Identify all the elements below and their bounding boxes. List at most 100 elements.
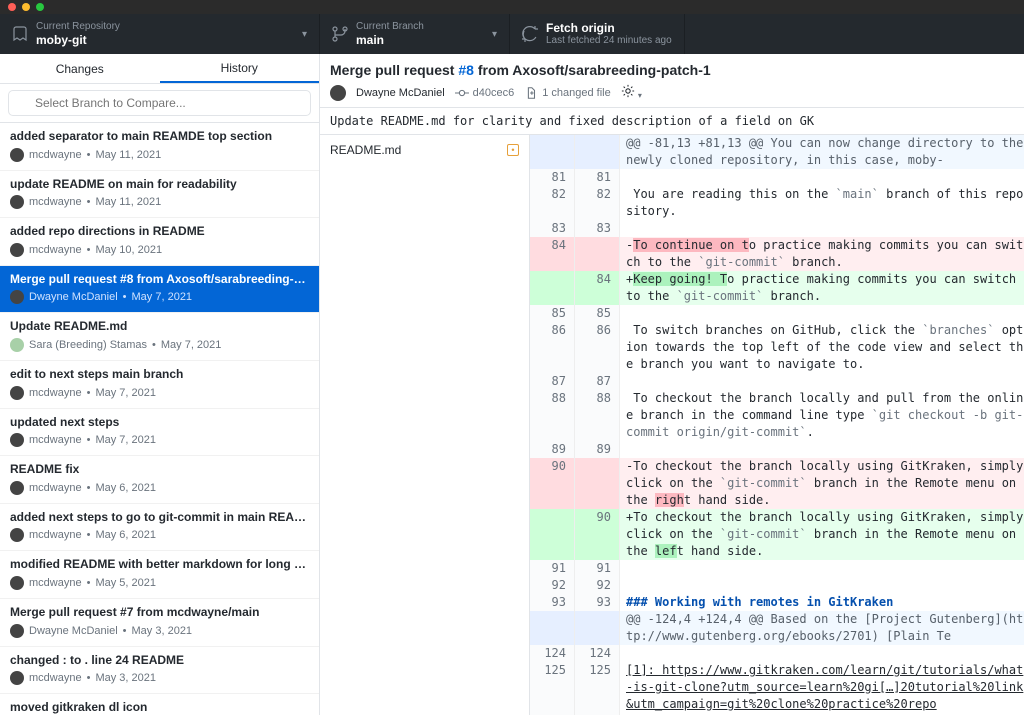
commit-item-date: May 7, 2021: [161, 339, 222, 351]
diff-line: 9393### Working with remotes in GitKrake…: [530, 594, 1024, 611]
commit-item[interactable]: update README on main for readability mcd…: [0, 171, 319, 219]
diff-line: 8282 You are reading this on the `main` …: [530, 186, 1024, 220]
commit-list[interactable]: added separator to main REAMDE top secti…: [0, 123, 319, 715]
commit-icon: [455, 86, 469, 100]
diff-settings-button[interactable]: ▾: [621, 84, 642, 101]
commit-item-date: May 7, 2021: [95, 434, 156, 446]
commit-item-meta: mcdwayne•May 6, 2021: [10, 528, 309, 542]
fetch-timestamp: Last fetched 24 minutes ago: [546, 35, 672, 47]
commit-item[interactable]: Merge pull request #8 from Axosoft/sarab…: [0, 266, 319, 314]
history-sidebar: Changes History ⎇ added separator to mai…: [0, 54, 320, 715]
commit-item[interactable]: moved gitkraken dl iconmcdwayne•May 3, 2…: [0, 694, 319, 715]
diff-line: 84-To continue on to practice making com…: [530, 237, 1024, 271]
diff-line: 9191: [530, 560, 1024, 577]
commit-item-author: mcdwayne: [29, 672, 82, 684]
avatar: [10, 386, 24, 400]
commit-item[interactable]: Update README.md Sara (Breeding) Stamas•M…: [0, 313, 319, 361]
commit-item-author: mcdwayne: [29, 196, 82, 208]
diff-line: 8989: [530, 441, 1024, 458]
fetch-origin-button[interactable]: Fetch origin Last fetched 24 minutes ago: [510, 14, 685, 54]
diff-line: 8383: [530, 220, 1024, 237]
commit-item[interactable]: updated next stepsmcdwayne•May 7, 2021: [0, 409, 319, 457]
commit-item-date: May 6, 2021: [95, 529, 156, 541]
diff-line: 8585: [530, 305, 1024, 322]
gear-icon: [621, 84, 635, 98]
avatar: [10, 148, 24, 162]
commit-item[interactable]: Merge pull request #7 from mcdwayne/main…: [0, 599, 319, 647]
commit-item-date: May 7, 2021: [132, 291, 193, 303]
commit-item-author: mcdwayne: [29, 244, 82, 256]
commit-item-title: moved gitkraken dl icon: [10, 700, 309, 715]
commit-item-title: Update README.md: [10, 319, 309, 335]
commit-item[interactable]: README fixmcdwayne•May 6, 2021: [0, 456, 319, 504]
commit-item[interactable]: added next steps to go to git-commit in …: [0, 504, 319, 552]
commit-item-date: May 11, 2021: [95, 196, 161, 208]
branch-icon: [332, 26, 348, 42]
chevron-down-icon: ▾: [492, 29, 497, 40]
app-toolbar: Current Repository moby-git ▾ Current Br…: [0, 14, 1024, 54]
commit-item-author: mcdwayne: [29, 482, 82, 494]
commit-item-title: edit to next steps main branch: [10, 367, 309, 383]
compare-branch-input[interactable]: [8, 90, 311, 116]
repo-name: moby-git: [36, 33, 120, 47]
commit-item-date: May 7, 2021: [95, 387, 156, 399]
file-modified-badge: •: [507, 144, 519, 156]
tab-history[interactable]: History: [160, 54, 320, 83]
commit-item-meta: mcdwayne•May 10, 2021: [10, 243, 309, 257]
commit-title: Merge pull request #8 from Axosoft/sarab…: [330, 62, 1014, 78]
current-branch-dropdown[interactable]: Current Branch main ▾: [320, 14, 510, 54]
diff-line: 90-To checkout the branch locally using …: [530, 458, 1024, 509]
commit-item[interactable]: modified README with better markdown for…: [0, 551, 319, 599]
commit-item-title: update README on main for readability: [10, 177, 309, 193]
commit-item[interactable]: added separator to main REAMDE top secti…: [0, 123, 319, 171]
diff-line: @@ -124,4 +124,4 @@ Based on the [Projec…: [530, 611, 1024, 645]
minimize-window-icon[interactable]: [22, 3, 30, 11]
diff-view[interactable]: @@ -81,13 +81,13 @@ You can now change d…: [530, 135, 1024, 715]
file-name: README.md: [330, 143, 401, 157]
commit-item-title: modified README with better markdown for…: [10, 557, 309, 573]
commit-item-meta: Dwayne McDaniel•May 3, 2021: [10, 624, 309, 638]
commit-item-author: mcdwayne: [29, 577, 82, 589]
commit-item-author: mcdwayne: [29, 149, 82, 161]
tab-changes[interactable]: Changes: [0, 54, 160, 83]
commit-item-date: May 11, 2021: [95, 149, 161, 161]
repo-icon: [12, 26, 28, 42]
commit-item-title: Merge pull request #8 from Axosoft/sarab…: [10, 272, 309, 288]
commit-item-author: Dwayne McDaniel: [29, 291, 118, 303]
commit-item-title: added next steps to go to git-commit in …: [10, 510, 309, 526]
commit-item-title: Merge pull request #7 from mcdwayne/main: [10, 605, 309, 621]
chevron-down-icon: ▾: [302, 29, 307, 40]
commit-item-title: updated next steps: [10, 415, 309, 431]
diff-line: @@ -81,13 +81,13 @@ You can now change d…: [530, 135, 1024, 169]
maximize-window-icon[interactable]: [36, 3, 44, 11]
avatar: [10, 195, 24, 209]
branch-name: main: [356, 33, 424, 47]
current-repository-dropdown[interactable]: Current Repository moby-git ▾: [0, 14, 320, 54]
commit-item-meta: mcdwayne•May 11, 2021: [10, 195, 309, 209]
diff-line: 8888 To checkout the branch locally and …: [530, 390, 1024, 441]
author-avatar: [330, 85, 346, 101]
avatar: [10, 338, 24, 352]
sidebar-tabs: Changes History: [0, 54, 319, 84]
commit-item[interactable]: changed : to . line 24 READMEmcdwayne•Ma…: [0, 647, 319, 695]
diff-line: 125125[1]: https://www.gitkraken.com/lea…: [530, 662, 1024, 713]
pr-number-link[interactable]: #8: [458, 62, 474, 78]
commit-item-author: mcdwayne: [29, 529, 82, 541]
close-window-icon[interactable]: [8, 3, 16, 11]
avatar: [10, 528, 24, 542]
commit-item-meta: mcdwayne•May 3, 2021: [10, 671, 309, 685]
commit-item[interactable]: edit to next steps main branchmcdwayne•M…: [0, 361, 319, 409]
avatar: [10, 433, 24, 447]
commit-item[interactable]: added repo directions in READMEmcdwayne•…: [0, 218, 319, 266]
commit-item-date: May 6, 2021: [95, 482, 156, 494]
files-changed-count: 1 changed file: [524, 86, 611, 100]
changed-file-item[interactable]: README.md •: [326, 139, 523, 161]
commit-sha[interactable]: d40cec6: [455, 86, 515, 100]
commit-item-meta: Sara (Breeding) Stamas•May 7, 2021: [10, 338, 309, 352]
commit-item-date: May 3, 2021: [132, 625, 193, 637]
avatar: [10, 624, 24, 638]
diff-line: 84+Keep going! To practice making commit…: [530, 271, 1024, 305]
avatar: [10, 243, 24, 257]
commit-item-title: README fix: [10, 462, 309, 478]
window-titlebar: [0, 0, 1024, 14]
